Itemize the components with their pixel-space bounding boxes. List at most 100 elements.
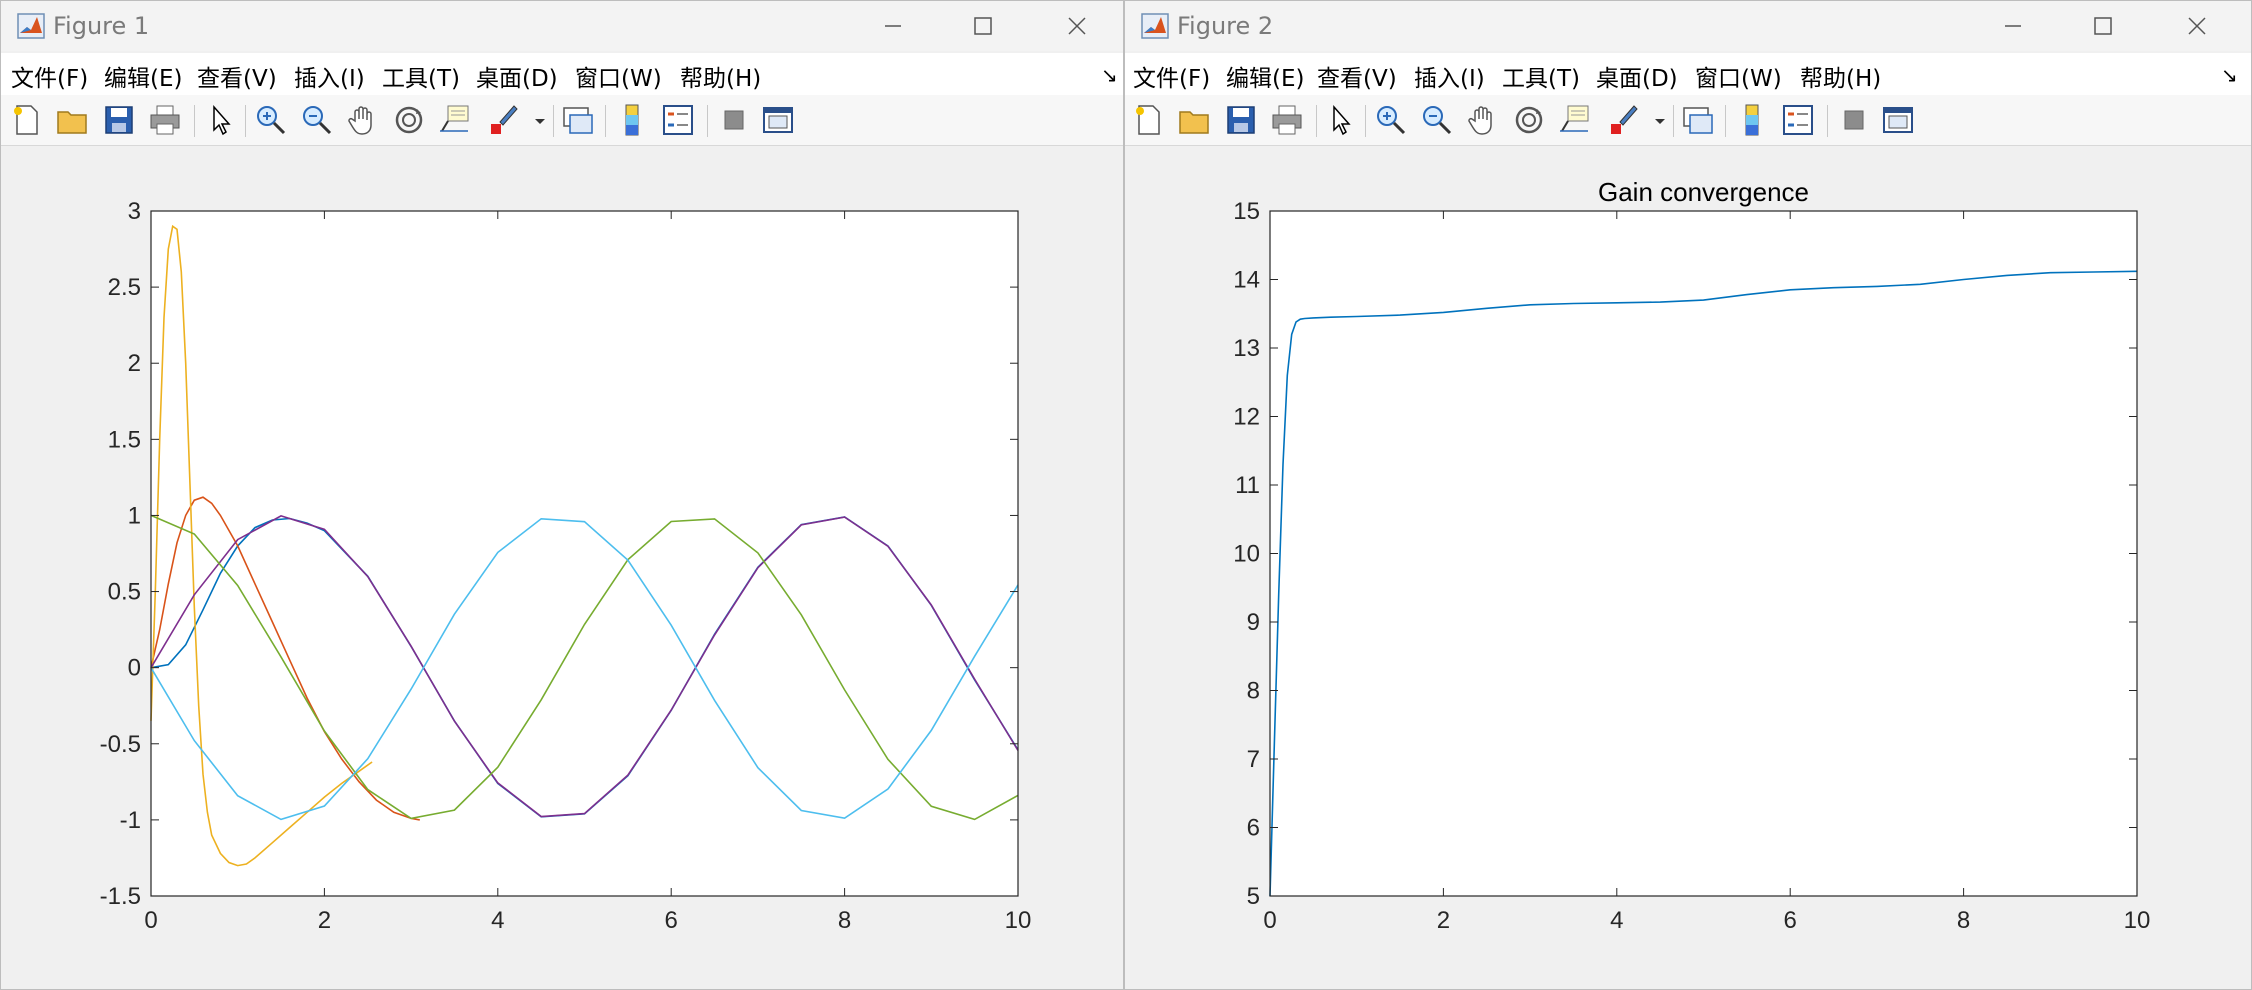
y-tick-label: 5 bbox=[1247, 883, 1260, 910]
y-tick-label: -1 bbox=[120, 807, 141, 834]
menu-desktop[interactable]: 桌面(D) bbox=[476, 59, 558, 93]
x-tick-label: 8 bbox=[1957, 907, 1970, 934]
x-tick-label: 6 bbox=[1784, 907, 1797, 934]
menu-insert[interactable]: 插入(I) bbox=[1414, 59, 1485, 93]
legend-icon[interactable] bbox=[1781, 103, 1815, 137]
y-tick-label: 15 bbox=[1233, 198, 1260, 225]
y-tick-label: -1.5 bbox=[100, 883, 141, 910]
pan-hand-icon[interactable] bbox=[1466, 103, 1500, 137]
menu-help[interactable]: 帮助(H) bbox=[1800, 59, 1881, 93]
close-icon bbox=[2188, 17, 2206, 35]
zoom-out-icon[interactable] bbox=[300, 103, 334, 137]
pan-hand-icon[interactable] bbox=[346, 103, 380, 137]
print-icon[interactable] bbox=[1270, 103, 1304, 137]
y-tick-label: 12 bbox=[1233, 404, 1260, 431]
figure-2-window[interactable]: Figure 2 文件(F) 编辑(E) 查看(V) 插入(I) 工具(T) 桌… bbox=[1124, 0, 2252, 990]
menu-edit[interactable]: 编辑(E) bbox=[1226, 59, 1304, 93]
y-tick-label: 9 bbox=[1247, 609, 1260, 636]
x-tick-label: 2 bbox=[1437, 907, 1450, 934]
toolbar-separator bbox=[1316, 105, 1317, 137]
y-tick-label: 11 bbox=[1235, 472, 1260, 499]
menu-bar: 文件(F) 编辑(E) 查看(V) 插入(I) 工具(T) 桌面(D) 窗口(W… bbox=[1125, 53, 2251, 95]
maximize-button[interactable] bbox=[965, 9, 1001, 43]
y-tick-label: 1 bbox=[128, 502, 141, 529]
pointer-arrow-icon[interactable] bbox=[204, 103, 238, 137]
zoom-out-icon[interactable] bbox=[1420, 103, 1454, 137]
axes-2[interactable]: 0 2 4 6 8 10 5 6 7 8 9 10 11 12 13 14 15 Gain convergence bbox=[1125, 147, 2252, 990]
maximize-button[interactable] bbox=[2085, 9, 2121, 43]
menu-tools[interactable]: 工具(T) bbox=[1502, 59, 1580, 93]
link-plot-icon[interactable] bbox=[1681, 103, 1715, 137]
figure-canvas: 0 2 4 6 8 10 -1.5 -1 -0.5 0 0.5 1 1.5 2 2.5 3 bbox=[1, 147, 1123, 989]
window-title: Figure 2 bbox=[1177, 12, 1274, 40]
open-file-icon[interactable] bbox=[55, 103, 89, 137]
maximize-icon bbox=[2094, 17, 2112, 35]
menu-help[interactable]: 帮助(H) bbox=[680, 59, 761, 93]
toolbar-separator bbox=[553, 105, 554, 137]
zoom-in-icon[interactable] bbox=[254, 103, 288, 137]
open-file-icon[interactable] bbox=[1177, 103, 1211, 137]
rotate-3d-icon[interactable] bbox=[1512, 103, 1546, 137]
dock-arrow-icon[interactable]: ↘ bbox=[1101, 63, 1118, 88]
rotate-3d-icon[interactable] bbox=[392, 103, 426, 137]
brush-icon[interactable] bbox=[1606, 103, 1640, 137]
menu-file[interactable]: 文件(F) bbox=[11, 59, 88, 93]
menu-view[interactable]: 查看(V) bbox=[1317, 59, 1397, 93]
zoom-in-icon[interactable] bbox=[1374, 103, 1408, 137]
brush-dropdown-icon[interactable] bbox=[531, 103, 549, 137]
dock-arrow-icon[interactable]: ↘ bbox=[2221, 63, 2238, 88]
brush-dropdown-icon[interactable] bbox=[1651, 103, 1669, 137]
close-button[interactable] bbox=[2179, 9, 2215, 43]
toolbar-separator bbox=[1725, 105, 1726, 137]
colorbar-icon[interactable] bbox=[615, 103, 649, 137]
new-figure-icon[interactable] bbox=[10, 103, 44, 137]
menu-window[interactable]: 窗口(W) bbox=[575, 59, 662, 93]
menu-view[interactable]: 查看(V) bbox=[197, 59, 277, 93]
y-tick-label: 2.5 bbox=[108, 274, 141, 301]
menu-desktop[interactable]: 桌面(D) bbox=[1596, 59, 1678, 93]
toolbar-separator bbox=[194, 105, 195, 137]
figure-canvas: 0 2 4 6 8 10 5 6 7 8 9 10 11 12 13 14 15 Gain convergence bbox=[1125, 147, 2251, 989]
title-bar[interactable]: Figure 2 bbox=[1125, 1, 2251, 51]
menu-window[interactable]: 窗口(W) bbox=[1695, 59, 1782, 93]
matlab-logo-icon bbox=[1141, 13, 1169, 39]
toolbar bbox=[1125, 95, 2251, 146]
x-tick-label: 4 bbox=[1610, 907, 1623, 934]
minimize-button[interactable] bbox=[1995, 9, 2031, 43]
minimize-button[interactable] bbox=[875, 9, 911, 43]
menu-file[interactable]: 文件(F) bbox=[1133, 59, 1210, 93]
print-icon[interactable] bbox=[148, 103, 182, 137]
link-plot-icon[interactable] bbox=[561, 103, 595, 137]
hide-plot-tools-icon[interactable] bbox=[717, 103, 751, 137]
menu-edit[interactable]: 编辑(E) bbox=[104, 59, 182, 93]
y-tick-label: -0.5 bbox=[100, 731, 141, 758]
pointer-arrow-icon[interactable] bbox=[1324, 103, 1358, 137]
matlab-logo-icon bbox=[17, 13, 45, 39]
show-plot-tools-icon[interactable] bbox=[761, 103, 795, 137]
toolbar-separator bbox=[707, 105, 708, 137]
x-tick-label: 0 bbox=[1263, 907, 1276, 934]
colorbar-icon[interactable] bbox=[1735, 103, 1769, 137]
save-icon[interactable] bbox=[102, 103, 136, 137]
axes-1[interactable]: 0 2 4 6 8 10 -1.5 -1 -0.5 0 0.5 1 1.5 2 2.5 3 bbox=[1, 147, 1124, 990]
maximize-icon bbox=[974, 17, 992, 35]
y-tick-label: 7 bbox=[1247, 746, 1260, 773]
title-bar[interactable]: Figure 1 bbox=[1, 1, 1123, 51]
new-figure-icon[interactable] bbox=[1132, 103, 1166, 137]
x-tick-label: 4 bbox=[491, 907, 504, 934]
x-tick-label: 2 bbox=[318, 907, 331, 934]
menu-insert[interactable]: 插入(I) bbox=[294, 59, 365, 93]
chart-title: Gain convergence bbox=[1598, 177, 1809, 207]
show-plot-tools-icon[interactable] bbox=[1881, 103, 1915, 137]
hide-plot-tools-icon[interactable] bbox=[1837, 103, 1871, 137]
brush-icon[interactable] bbox=[486, 103, 520, 137]
menu-tools[interactable]: 工具(T) bbox=[382, 59, 460, 93]
data-cursor-icon[interactable] bbox=[1558, 103, 1592, 137]
data-cursor-icon[interactable] bbox=[438, 103, 472, 137]
legend-icon[interactable] bbox=[661, 103, 695, 137]
save-icon[interactable] bbox=[1224, 103, 1258, 137]
x-tick-label: 10 bbox=[1005, 907, 1032, 934]
figure-1-window[interactable]: Figure 1 文件(F) 编辑(E) 查看(V) 插入(I) 工具(T) 桌… bbox=[0, 0, 1124, 990]
toolbar-separator bbox=[605, 105, 606, 137]
close-button[interactable] bbox=[1059, 9, 1095, 43]
